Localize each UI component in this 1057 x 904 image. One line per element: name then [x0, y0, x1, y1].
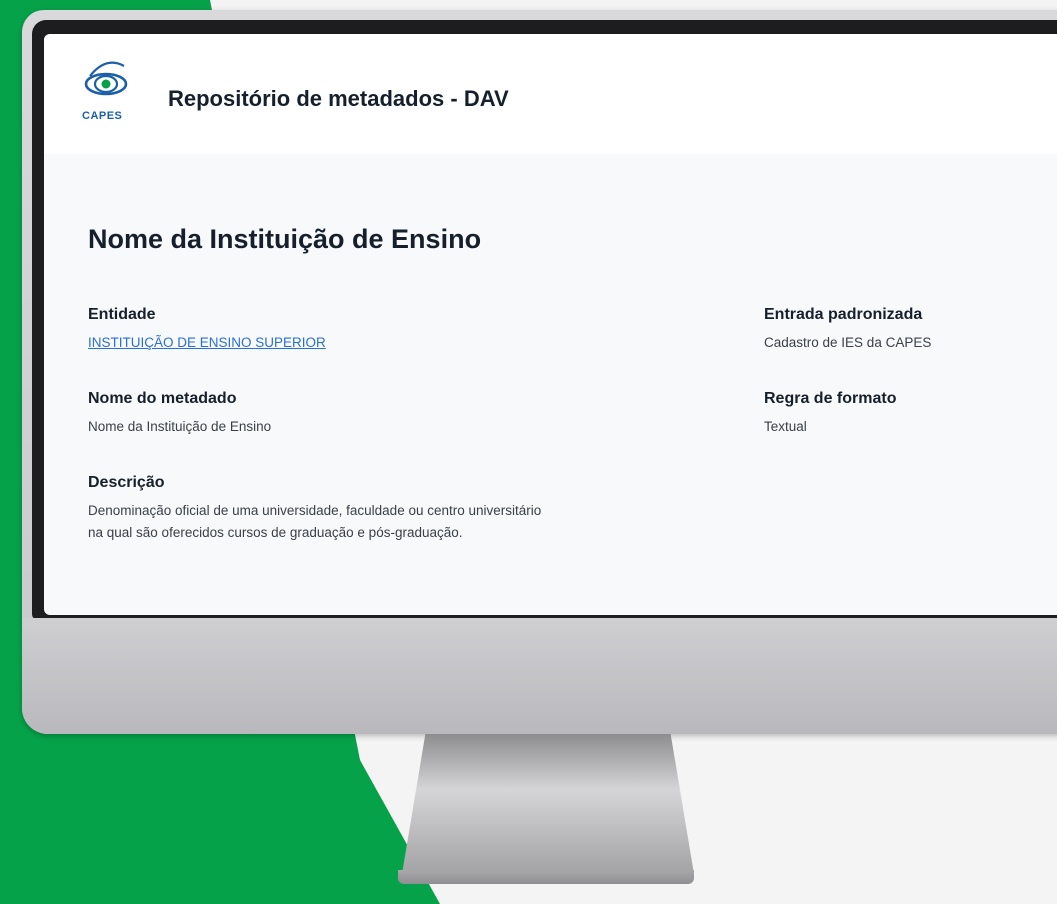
entidade-link[interactable]: INSTITUIÇÃO DE ENSINO SUPERIOR	[88, 332, 326, 354]
field-label-entrada-padronizada: Entrada padronizada	[764, 306, 923, 323]
field-descricao: Descrição Denominação oficial de uma uni…	[88, 474, 541, 544]
app-header: CAPES Repositório de metadados - DAV	[44, 34, 1057, 154]
field-value-descricao-line1: Denominação oficial de uma universidade,…	[88, 503, 542, 518]
field-value-entrada-padronizada: Cadastro de IES da CAPES	[764, 335, 932, 350]
field-nome-metadado: Nome do metadado Nome da Instituição de …	[88, 390, 271, 438]
page-title: Nome da Instituição de Ensino	[88, 224, 482, 254]
field-label-descricao: Descrição	[88, 474, 165, 491]
field-entrada-padronizada: Entrada padronizada Cadastro de IES da C…	[764, 306, 931, 354]
field-entidade: Entidade INSTITUIÇÃO DE ENSINO SUPERIOR	[88, 306, 326, 354]
field-value-regra-formato: Textual	[764, 419, 807, 434]
logo-text: CAPES	[82, 110, 123, 122]
field-label-nome-metadado: Nome do metadado	[88, 390, 237, 407]
field-regra-formato: Regra de formato Textual	[764, 390, 896, 438]
field-label-regra-formato: Regra de formato	[764, 390, 897, 407]
field-label-entidade: Entidade	[88, 306, 156, 323]
monitor-stand	[402, 734, 694, 874]
monitor-chin	[22, 618, 1057, 734]
monitor-stand-base	[398, 870, 694, 884]
monitor-screen: CAPES Repositório de metadados - DAV Nom…	[44, 34, 1057, 615]
app-title: Repositório de metadados - DAV	[168, 86, 509, 111]
field-value-nome-metadado: Nome da Instituição de Ensino	[88, 419, 272, 434]
monitor: CAPES Repositório de metadados - DAV Nom…	[22, 10, 1057, 734]
capes-logo-icon	[84, 61, 128, 96]
field-value-descricao-line2: na qual são oferecidos cursos de graduaç…	[88, 525, 463, 540]
